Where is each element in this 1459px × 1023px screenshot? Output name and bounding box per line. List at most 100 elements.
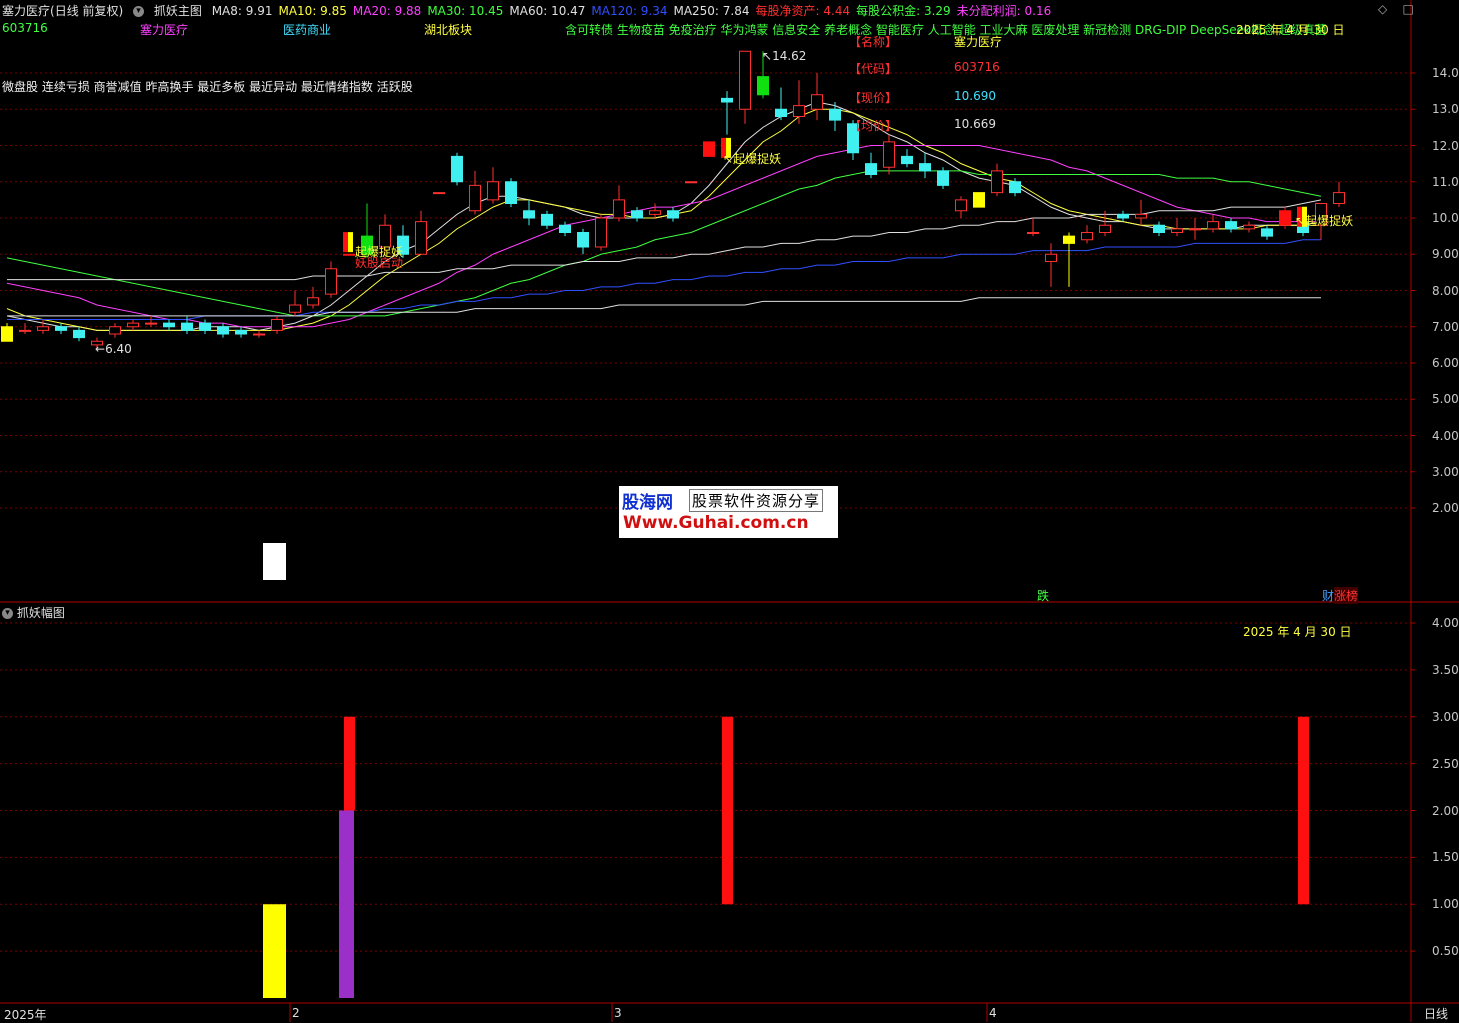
info-value-code: 603716 xyxy=(954,60,1000,74)
ma-value-4: MA60: 10.47 xyxy=(509,4,586,18)
candle-body[interactable] xyxy=(937,170,949,186)
candle-body[interactable] xyxy=(649,210,661,215)
indicator-name[interactable]: 抓妖主图 xyxy=(154,4,202,18)
price-axis-label: 3.00 xyxy=(1432,464,1459,479)
candle-body[interactable] xyxy=(1135,213,1147,219)
candle-body[interactable] xyxy=(1261,228,1273,237)
candle-body[interactable] xyxy=(721,97,733,103)
candle-body[interactable] xyxy=(19,329,31,332)
candle-body[interactable] xyxy=(883,141,895,168)
candle-body[interactable] xyxy=(1207,221,1219,230)
candle-body[interactable] xyxy=(739,50,751,110)
candle-body[interactable] xyxy=(829,108,841,121)
sub-bar xyxy=(1298,716,1309,905)
stock-title[interactable]: 塞力医疗 xyxy=(2,4,50,18)
candle-body[interactable] xyxy=(217,326,229,335)
candle-body[interactable] xyxy=(703,141,715,157)
candle-body[interactable] xyxy=(613,199,625,219)
candle-body[interactable] xyxy=(631,210,643,219)
candle-body[interactable] xyxy=(667,210,679,219)
candle-body[interactable] xyxy=(451,155,463,183)
candle-body[interactable] xyxy=(145,322,157,325)
candle-body[interactable] xyxy=(1189,228,1201,231)
candle-body[interactable] xyxy=(541,213,553,226)
candle-body[interactable] xyxy=(343,253,355,256)
price-axis-label: 6.00 xyxy=(1432,356,1459,370)
ma-value-1: MA10: 9.85 xyxy=(278,4,347,18)
ma-value-2: MA20: 9.88 xyxy=(352,4,422,18)
candle-body[interactable] xyxy=(1063,235,1075,244)
candle-body[interactable] xyxy=(469,184,481,212)
price-axis-label: 10.00 xyxy=(1432,211,1459,225)
candle-body[interactable] xyxy=(289,304,301,313)
candle-body[interactable] xyxy=(487,181,499,201)
sub-indicator-name[interactable]: 抓妖幅图 xyxy=(17,606,65,620)
candle-body[interactable] xyxy=(1279,210,1291,226)
candle-body[interactable] xyxy=(685,181,697,184)
watermark-logo: 股海网 股票软件资源分享 Www.Guhai.com.cn xyxy=(619,486,838,538)
candle-body[interactable] xyxy=(415,221,427,255)
candle-body[interactable] xyxy=(1009,181,1021,194)
sub-bar xyxy=(339,810,354,998)
candle-body[interactable] xyxy=(1333,192,1345,204)
diamond-icon[interactable]: ◇ xyxy=(1378,2,1387,16)
candle-body[interactable] xyxy=(235,329,247,335)
candle-body[interactable] xyxy=(1225,221,1237,230)
ma-line-ma60 xyxy=(7,199,1322,281)
indicator-dropdown-icon[interactable]: ▾ xyxy=(133,6,145,17)
candle-body[interactable] xyxy=(325,268,337,295)
candle-body[interactable] xyxy=(55,326,67,331)
candle-body[interactable] xyxy=(37,326,49,331)
signal-block-white xyxy=(263,543,286,580)
candle-body[interactable] xyxy=(1081,232,1093,241)
candle-body[interactable] xyxy=(1153,224,1165,233)
candle-body[interactable] xyxy=(811,94,823,110)
candle-body[interactable] xyxy=(127,322,139,328)
candle-body[interactable] xyxy=(793,105,805,117)
sub-dropdown-icon[interactable]: ▾ xyxy=(2,608,13,619)
price-axis-label: 7.00 xyxy=(1432,319,1459,334)
candle-body[interactable] xyxy=(1045,253,1057,262)
candle-body[interactable] xyxy=(955,199,967,212)
industry-label: 医药商业 xyxy=(283,23,332,37)
candle-body[interactable] xyxy=(271,319,283,331)
ma-value-0: MA8: 9.91 xyxy=(211,4,273,18)
price-axis-label: 12.00 xyxy=(1432,138,1459,153)
ma-value-8: 每股公积金: 3.29 xyxy=(856,4,951,18)
square-icon[interactable]: □ xyxy=(1403,2,1414,16)
candle-body[interactable] xyxy=(865,163,877,175)
watermark-slogan: 股票软件资源分享 xyxy=(689,489,824,512)
candle-body[interactable] xyxy=(1027,232,1039,234)
candle-body[interactable] xyxy=(1171,228,1183,233)
candle-body[interactable] xyxy=(1117,213,1129,219)
candle-body[interactable] xyxy=(163,322,175,328)
candle-body[interactable] xyxy=(253,333,265,336)
candle-body[interactable] xyxy=(757,76,769,96)
candle-body[interactable] xyxy=(775,108,787,117)
sub-date-label: 2025 年 4 月 30 日 xyxy=(1243,625,1352,639)
candle-body[interactable] xyxy=(1099,224,1111,233)
candle-body[interactable] xyxy=(199,322,211,331)
candle-body[interactable] xyxy=(991,170,1003,194)
candle-body[interactable] xyxy=(1243,224,1255,230)
candle-body[interactable] xyxy=(109,326,121,335)
x-axis-label-mar: 3 xyxy=(614,1006,622,1020)
candle-body[interactable] xyxy=(181,322,193,331)
sub-header: ▾ 抓妖幅图 xyxy=(2,604,65,621)
candle-body[interactable] xyxy=(973,192,985,208)
date-label: 2025 年 4 月 30 日 xyxy=(1236,23,1345,37)
candle-body[interactable] xyxy=(505,181,517,204)
candle-body[interactable] xyxy=(433,192,445,195)
candle-body[interactable] xyxy=(577,232,589,248)
sub-axis-label: 3.00 xyxy=(1432,709,1459,724)
ma-value-6: MA250: 7.84 xyxy=(673,4,750,18)
candle-body[interactable] xyxy=(1,326,13,342)
candle-body[interactable] xyxy=(307,297,319,306)
candle-body[interactable] xyxy=(523,210,535,219)
candle-body[interactable] xyxy=(595,217,607,248)
candle-body[interactable] xyxy=(73,329,85,339)
candle-body[interactable] xyxy=(919,163,931,172)
candle-body[interactable] xyxy=(901,155,913,165)
candle-body[interactable] xyxy=(559,224,571,233)
period-button[interactable]: 日线 xyxy=(1424,1005,1448,1022)
